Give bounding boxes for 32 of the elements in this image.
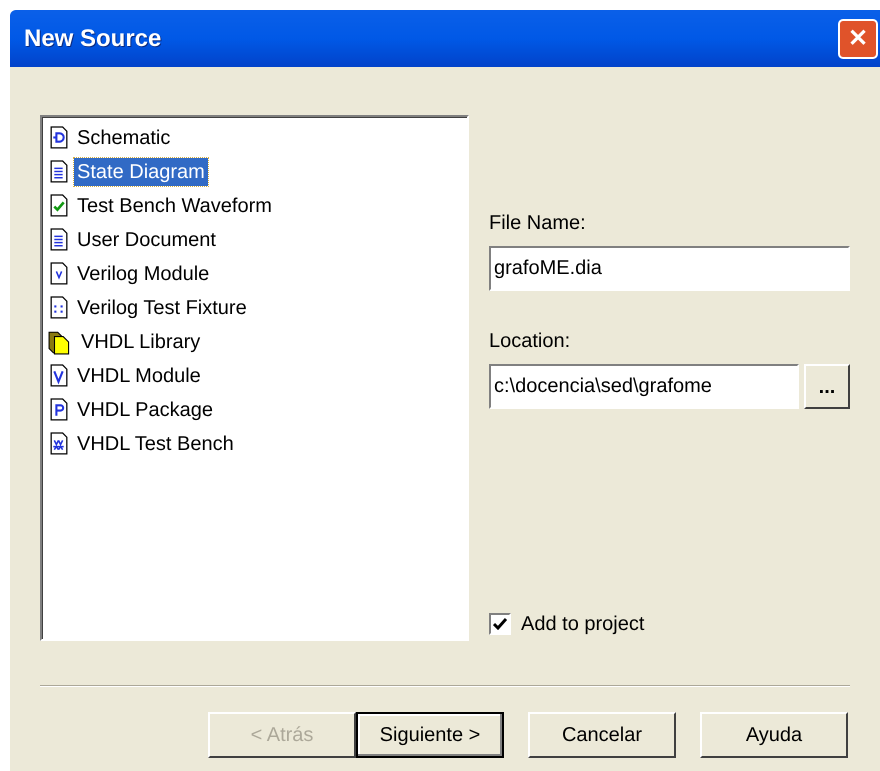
source-type-item[interactable]: VHDL Library [78, 328, 204, 356]
document-icon [48, 228, 70, 252]
document-icon [48, 160, 70, 184]
window-title: New Source [24, 24, 162, 54]
source-type-item[interactable]: VHDL Package [74, 396, 216, 424]
browse-button[interactable]: ... [804, 364, 850, 409]
location-field[interactable]: c:\docencia\sed\grafome [489, 364, 799, 409]
vhdl-file-icon [48, 364, 70, 388]
add-to-project-label: Add to project [521, 612, 644, 637]
location-label: Location: [489, 329, 572, 354]
source-type-item[interactable]: Verilog Module [74, 260, 212, 288]
source-type-item[interactable]: VHDL Test Bench [74, 430, 237, 458]
close-button[interactable]: ✕ [838, 18, 878, 58]
source-type-item[interactable]: State Diagram [74, 158, 208, 186]
checkmark-icon [493, 618, 507, 630]
add-to-project-checkbox[interactable] [489, 613, 511, 635]
source-type-item[interactable]: Test Bench Waveform [74, 192, 275, 220]
source-type-item[interactable]: VHDL Module [74, 362, 204, 390]
wizard-button[interactable]: Cancelar [528, 712, 676, 758]
file-name-label: File Name: [489, 211, 587, 236]
source-type-item[interactable]: Verilog Test Fixture [74, 294, 250, 322]
source-type-item[interactable]: Schematic [74, 124, 174, 152]
schematic-icon [48, 126, 70, 150]
source-type-item[interactable]: User Document [74, 226, 219, 254]
file-name-field[interactable]: grafoME.dia [489, 246, 850, 291]
verilog-file-icon [48, 262, 70, 286]
wizard-button[interactable]: Siguiente > [356, 712, 504, 758]
package-file-icon [48, 398, 70, 422]
testbench-file-icon [48, 432, 70, 456]
checkmark-document-icon [48, 194, 70, 218]
wizard-button[interactable]: Ayuda [700, 712, 848, 758]
fixture-file-icon [48, 296, 70, 320]
